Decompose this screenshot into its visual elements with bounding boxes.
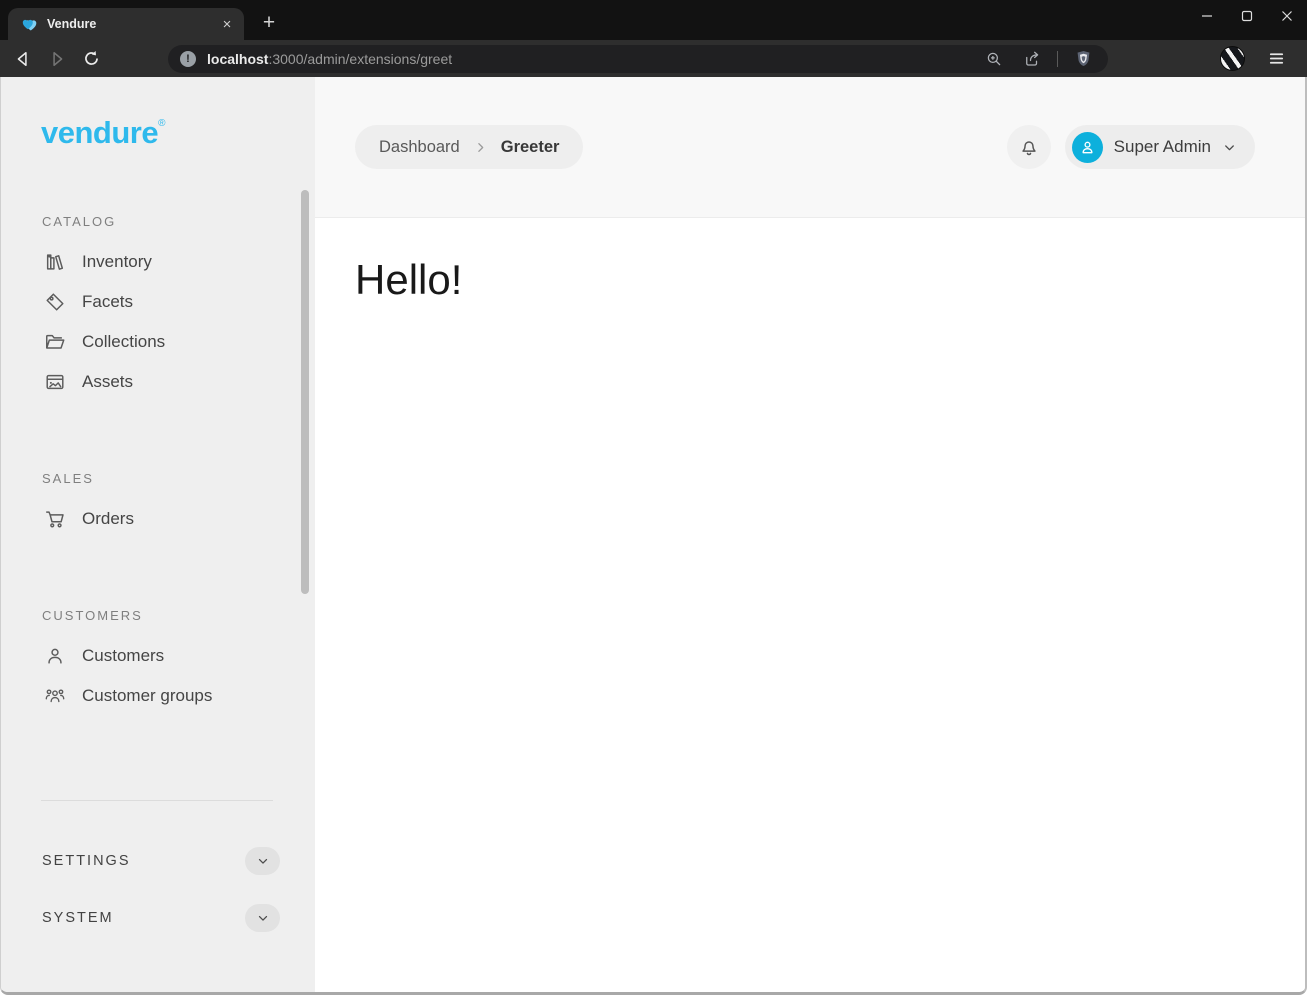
breadcrumb-current: Greeter (501, 138, 560, 157)
sidebar-item-customers[interactable]: Customers (1, 636, 315, 676)
tag-icon (44, 291, 66, 313)
system-label: SYSTEM (42, 910, 114, 926)
breadcrumb: Dashboard Greeter (355, 125, 583, 169)
toolbar-right (1220, 46, 1289, 72)
vendure-logo[interactable]: vendure ® (41, 117, 315, 148)
sidebar-scrollbar-thumb[interactable] (301, 190, 309, 594)
image-icon (44, 371, 66, 393)
tab-strip: Vendure × + (0, 0, 1307, 40)
settings-expand-button[interactable] (245, 847, 280, 875)
sales-items: Orders (1, 499, 315, 539)
user-avatar (1072, 132, 1103, 163)
extension-content: Hello! (315, 218, 1305, 992)
browser-tab[interactable]: Vendure × (8, 8, 244, 40)
browser-profile-avatar[interactable] (1220, 46, 1245, 71)
section-label-catalog: CATALOG (42, 214, 315, 229)
window-controls (1187, 0, 1307, 32)
sidebar-item-customer-groups[interactable]: Customer groups (1, 676, 315, 716)
folder-icon (44, 331, 66, 353)
nav-section-catalog: CATALOG Inventory (1, 214, 315, 402)
chevron-down-icon (256, 911, 270, 925)
main-area: Dashboard Greeter (315, 77, 1305, 992)
sidebar-item-orders[interactable]: Orders (1, 499, 315, 539)
user-icon (44, 645, 66, 667)
settings-label: SETTINGS (42, 853, 131, 869)
sidebar-section-system[interactable]: SYSTEM (42, 904, 280, 932)
sidebar-item-label: Collections (82, 332, 165, 352)
browser-window: Vendure × + (0, 0, 1307, 995)
customers-items: Customers Customer groups (1, 636, 315, 716)
reload-button[interactable] (78, 46, 104, 72)
url-text[interactable]: localhost:3000/admin/extensions/greet (207, 51, 981, 67)
header-actions: Super Admin (1007, 125, 1255, 169)
user-avatar-icon (1078, 138, 1097, 157)
sidebar-item-label: Facets (82, 292, 133, 312)
notifications-button[interactable] (1007, 125, 1051, 169)
sidebar-item-assets[interactable]: Assets (1, 362, 315, 402)
sidebar-item-facets[interactable]: Facets (1, 282, 315, 322)
sidebar-item-label: Assets (82, 372, 133, 392)
nav-section-customers: CUSTOMERS Customers (1, 608, 315, 716)
section-label-customers: CUSTOMERS (42, 608, 315, 623)
bell-icon (1018, 136, 1040, 158)
sidebar: vendure ® CATALOG Inventory (1, 77, 315, 992)
address-bar-actions (981, 46, 1096, 72)
cart-icon (44, 508, 66, 530)
catalog-items: Inventory Facets (1, 242, 315, 402)
browser-toolbar: ! localhost:3000/admin/extensions/greet (0, 40, 1307, 77)
sidebar-item-label: Orders (82, 509, 134, 529)
url-path: :3000/admin/extensions/greet (268, 51, 452, 67)
forward-button[interactable] (44, 46, 70, 72)
back-button[interactable] (10, 46, 36, 72)
new-tab-button[interactable]: + (256, 10, 282, 36)
sidebar-item-inventory[interactable]: Inventory (1, 242, 315, 282)
nav-buttons (10, 46, 104, 72)
nav-section-sales: SALES Orders (1, 471, 315, 539)
vendure-logo-text: vendure (41, 117, 158, 148)
sidebar-divider (41, 800, 273, 801)
site-info-icon[interactable]: ! (180, 51, 196, 67)
tab-title: Vendure (47, 17, 218, 31)
system-expand-button[interactable] (245, 904, 280, 932)
user-name: Super Admin (1114, 137, 1211, 157)
sidebar-item-collections[interactable]: Collections (1, 322, 315, 362)
breadcrumb-dashboard-link[interactable]: Dashboard (379, 138, 460, 157)
chevron-down-icon (256, 854, 270, 868)
main-header: Dashboard Greeter (315, 77, 1305, 218)
sidebar-item-label: Customers (82, 646, 164, 666)
address-bar-separator (1057, 51, 1058, 67)
user-menu[interactable]: Super Admin (1065, 125, 1255, 169)
page-title: Hello! (355, 256, 1265, 304)
menu-icon[interactable] (1263, 46, 1289, 72)
library-icon (44, 251, 66, 273)
url-host: localhost (207, 51, 268, 67)
vendure-favicon-icon (21, 16, 38, 33)
vendure-logo-reg: ® (158, 118, 165, 129)
chevron-down-icon (1222, 140, 1237, 155)
tab-close-icon[interactable]: × (218, 15, 236, 33)
page-viewport: vendure ® CATALOG Inventory (0, 77, 1307, 995)
users-icon (44, 685, 66, 707)
close-window-button[interactable] (1267, 0, 1307, 32)
brave-shield-icon[interactable] (1070, 46, 1096, 72)
address-bar[interactable]: ! localhost:3000/admin/extensions/greet (168, 45, 1108, 73)
zoom-icon[interactable] (981, 46, 1007, 72)
sidebar-section-settings[interactable]: SETTINGS (42, 847, 280, 875)
share-icon[interactable] (1019, 46, 1045, 72)
sidebar-item-label: Customer groups (82, 686, 212, 706)
minimize-button[interactable] (1187, 0, 1227, 32)
maximize-button[interactable] (1227, 0, 1267, 32)
section-label-sales: SALES (42, 471, 315, 486)
sidebar-item-label: Inventory (82, 252, 152, 272)
chevron-right-icon (474, 141, 487, 154)
